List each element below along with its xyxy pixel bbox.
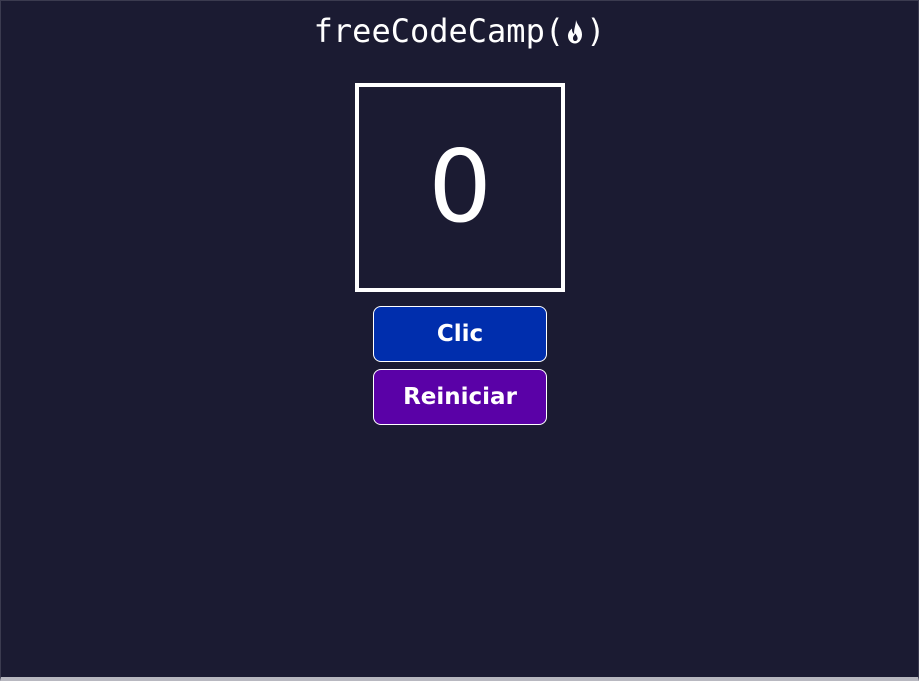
counter-value: 0 xyxy=(428,127,492,245)
freecodecamp-logo[interactable]: freeCodeCamp( ) xyxy=(0,10,919,52)
logo-close-paren: ) xyxy=(586,12,606,50)
reset-button[interactable]: Reiniciar xyxy=(373,369,547,425)
logo-open-paren: ( xyxy=(544,12,565,50)
flame-icon xyxy=(568,20,583,44)
logo-text: freeCodeCamp xyxy=(313,12,545,50)
click-button[interactable]: Clic xyxy=(373,306,547,362)
counter-display: 0 xyxy=(355,83,565,292)
